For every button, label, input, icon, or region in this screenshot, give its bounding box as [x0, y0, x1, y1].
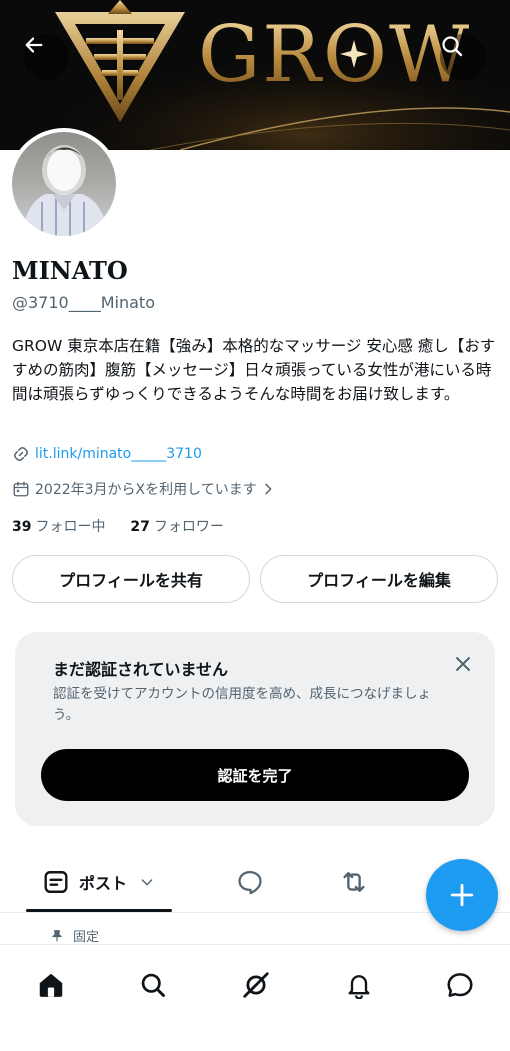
messages-icon [447, 973, 473, 997]
tab-reposts[interactable] [324, 852, 384, 912]
banner-brand-text: GROW [198, 10, 472, 100]
bell-icon [348, 975, 370, 999]
posts-icon [44, 871, 68, 893]
tab-posts-label: ポスト [78, 874, 127, 893]
verification-card: まだ認証されていません 認証を受けてアカウントの信用度を高め、成長につなげましょ… [15, 632, 495, 826]
verification-close-button[interactable] [451, 652, 475, 676]
chevron-right-icon [264, 483, 272, 495]
close-icon [456, 657, 470, 671]
bottom-navigation [0, 944, 510, 1051]
grok-icon [243, 972, 269, 998]
followers-count: 27 [130, 519, 150, 535]
avatar-frame[interactable] [8, 128, 120, 240]
header-search-button[interactable] [440, 34, 486, 80]
nav-messages[interactable] [434, 959, 486, 1011]
pinned-indicator: 固定 [50, 926, 99, 945]
tab-replies[interactable] [220, 852, 280, 912]
profile-handle: @3710____Minato [12, 293, 155, 312]
compose-button[interactable] [426, 859, 498, 931]
profile-bio: GROW 東京本店在籍【強み】本格的なマッサージ 安心感 癒し【おすすめの筋肉】… [12, 337, 496, 403]
nav-home[interactable] [25, 959, 77, 1011]
avatar [12, 132, 116, 236]
edit-profile-button[interactable]: プロフィールを編集 [260, 555, 498, 603]
plus-icon [450, 883, 474, 907]
joined-text: 2022年3月からXを利用しています [35, 482, 257, 498]
pinned-label: 固定 [73, 930, 100, 945]
tab-posts[interactable]: ポスト [26, 852, 172, 912]
complete-verification-button[interactable]: 認証を完了 [41, 749, 469, 801]
followers-link[interactable]: 27 フォロワー [130, 519, 223, 535]
joined-row[interactable]: 2022年3月からXを利用しています [12, 479, 276, 499]
calendar-icon [13, 481, 29, 497]
back-button[interactable] [23, 34, 69, 80]
verification-description: 認証を受けてアカウントの信用度を高め、成長につなげましょう。 [53, 686, 431, 723]
repost-icon [343, 872, 365, 892]
following-link[interactable]: 39 フォロー中 [12, 519, 105, 535]
profile-banner[interactable]: GROW [0, 0, 510, 150]
pin-icon [52, 929, 62, 941]
nav-grok[interactable] [230, 959, 282, 1011]
share-profile-button[interactable]: プロフィールを共有 [12, 555, 250, 603]
chevron-down-icon[interactable] [139, 874, 155, 890]
search-icon [442, 36, 463, 57]
profile-link-row[interactable]: lit.link/minato_____3710 [12, 445, 202, 463]
following-label: フォロー中 [35, 519, 106, 535]
following-count: 39 [12, 519, 32, 535]
search-icon [141, 973, 165, 997]
profile-name: MINATO [12, 256, 128, 285]
follow-stats: 39 フォロー中 27 フォロワー [12, 516, 224, 536]
nav-notifications[interactable] [333, 959, 385, 1011]
avatar-photo [22, 145, 108, 236]
reply-icon [238, 870, 262, 895]
nav-search[interactable] [127, 959, 179, 1011]
followers-label: フォロワー [153, 519, 224, 535]
verification-title: まだ認証されていません [53, 660, 229, 679]
home-icon [39, 973, 63, 997]
link-icon [14, 447, 28, 461]
back-arrow-icon [25, 37, 43, 53]
profile-link[interactable]: lit.link/minato_____3710 [35, 446, 202, 462]
